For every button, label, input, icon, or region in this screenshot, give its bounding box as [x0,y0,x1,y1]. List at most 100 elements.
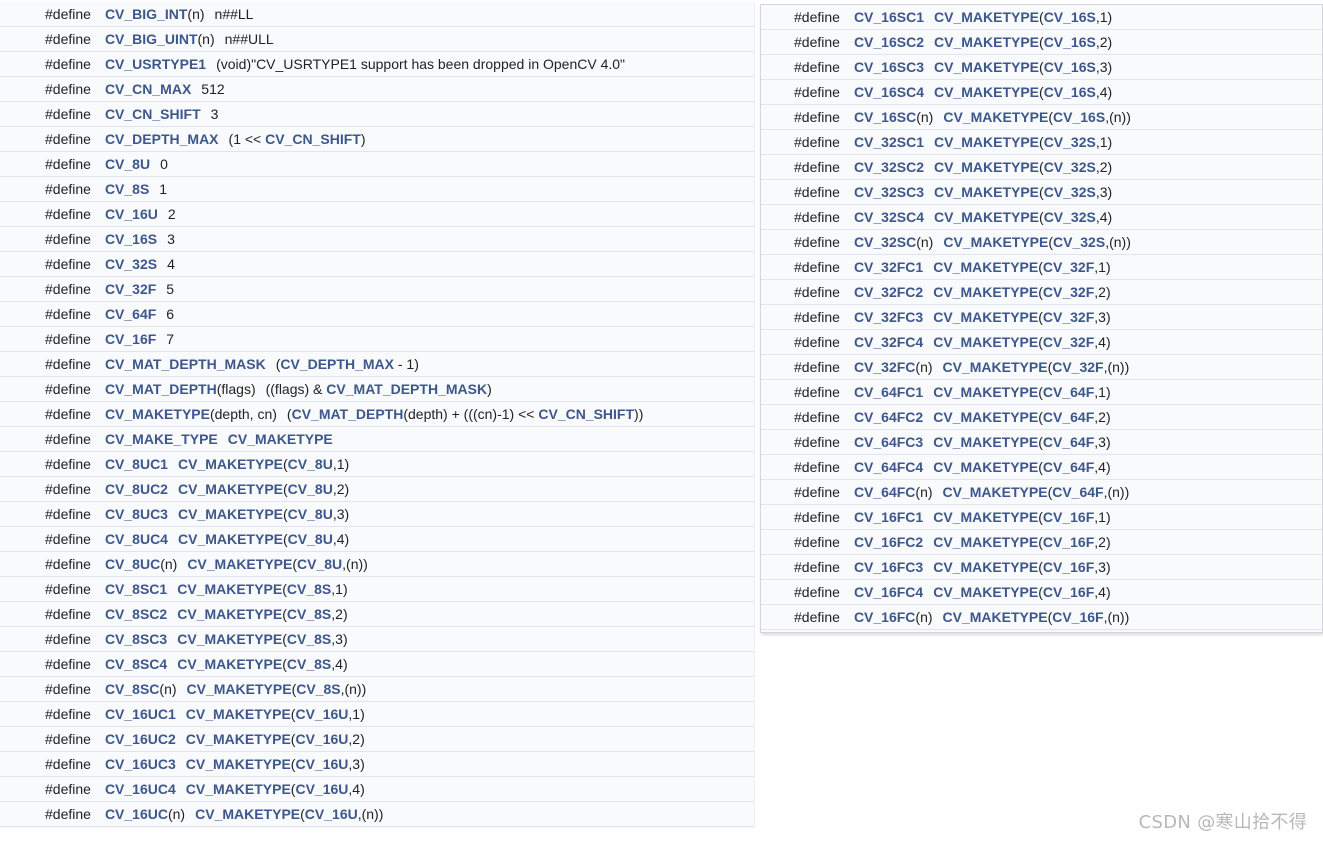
macro-name-link[interactable]: CV_16FC [854,609,915,625]
macro-value-link[interactable]: CV_MAKETYPE [934,9,1039,25]
macro-value-link[interactable]: CV_MAT_DEPTH_MASK [326,381,487,397]
macro-name-link[interactable]: CV_8SC1 [105,581,167,597]
macro-value-link[interactable]: CV_32S [1044,134,1096,150]
macro-name-link[interactable]: CV_BIG_UINT [105,31,198,47]
macro-name-link[interactable]: CV_16F [105,331,156,347]
macro-value-link[interactable]: CV_8S [287,656,331,672]
macro-name-link[interactable]: CV_16U [105,206,158,222]
macro-name-link[interactable]: CV_8SC3 [105,631,167,647]
macro-value-link[interactable]: CV_MAKETYPE [934,209,1039,225]
macro-value-link[interactable]: CV_MAKETYPE [933,384,1038,400]
macro-value-link[interactable]: CV_16S [1044,59,1096,75]
macro-name-link[interactable]: CV_32F [105,281,156,297]
macro-name-link[interactable]: CV_16SC1 [854,9,924,25]
macro-name-link[interactable]: CV_16FC1 [854,509,923,525]
macro-name-link[interactable]: CV_8SC4 [105,656,167,672]
macro-name-link[interactable]: CV_32SC [854,234,916,250]
macro-value-link[interactable]: CV_16S [1053,109,1105,125]
macro-value-link[interactable]: CV_MAKETYPE [933,334,1038,350]
macro-value-link[interactable]: CV_CN_SHIFT [265,131,361,147]
macro-value-link[interactable]: CV_64F [1043,434,1094,450]
macro-value-link[interactable]: CV_16U [305,806,358,822]
macro-value-link[interactable]: CV_MAKETYPE [186,706,291,722]
macro-value-link[interactable]: CV_32F [1043,309,1094,325]
macro-name-link[interactable]: CV_64FC1 [854,384,923,400]
macro-name-link[interactable]: CV_16SC3 [854,59,924,75]
macro-value-link[interactable]: CV_MAKETYPE [177,656,282,672]
macro-name-link[interactable]: CV_USRTYPE1 [105,56,206,72]
macro-value-link[interactable]: CV_MAKETYPE [934,84,1039,100]
macro-name-link[interactable]: CV_32SC3 [854,184,924,200]
macro-name-link[interactable]: CV_MAT_DEPTH [105,381,217,397]
macro-value-link[interactable]: CV_MAKETYPE [933,309,1038,325]
macro-value-link[interactable]: CV_MAKETYPE [178,506,283,522]
macro-value-link[interactable]: CV_MAKETYPE [186,781,291,797]
macro-name-link[interactable]: CV_32SC4 [854,209,924,225]
macro-value-link[interactable]: CV_MAKETYPE [186,731,291,747]
macro-value-link[interactable]: CV_32F [1043,334,1094,350]
macro-name-link[interactable]: CV_16UC2 [105,731,176,747]
macro-name-link[interactable]: CV_BIG_INT [105,6,187,22]
macro-value-link[interactable]: CV_MAKETYPE [933,559,1038,575]
macro-name-link[interactable]: CV_64FC2 [854,409,923,425]
macro-value-link[interactable]: CV_16F [1043,584,1094,600]
macro-name-link[interactable]: CV_32SC1 [854,134,924,150]
macro-name-link[interactable]: CV_8UC3 [105,506,168,522]
macro-value-link[interactable]: CV_MAKETYPE [933,284,1038,300]
macro-value-link[interactable]: CV_16U [295,756,348,772]
macro-name-link[interactable]: CV_32S [105,256,157,272]
macro-value-link[interactable]: CV_32S [1044,209,1096,225]
macro-name-link[interactable]: CV_16FC3 [854,559,923,575]
macro-name-link[interactable]: CV_16FC2 [854,534,923,550]
macro-value-link[interactable]: CV_MAKETYPE [943,109,1048,125]
macro-value-link[interactable]: CV_8S [287,631,331,647]
macro-name-link[interactable]: CV_DEPTH_MAX [105,131,219,147]
macro-value-link[interactable]: CV_MAKETYPE [943,234,1048,250]
macro-value-link[interactable]: CV_16F [1043,509,1094,525]
macro-value-link[interactable]: CV_MAKETYPE [934,159,1039,175]
macro-value-link[interactable]: CV_64F [1052,484,1103,500]
macro-value-link[interactable]: CV_MAT_DEPTH [292,406,404,422]
macro-value-link[interactable]: CV_MAKETYPE [186,756,291,772]
macro-name-link[interactable]: CV_8SC2 [105,606,167,622]
macro-value-link[interactable]: CV_16S [1044,84,1096,100]
macro-name-link[interactable]: CV_CN_SHIFT [105,106,201,122]
macro-name-link[interactable]: CV_32FC4 [854,334,923,350]
macro-value-link[interactable]: CV_MAKETYPE [933,509,1038,525]
macro-value-link[interactable]: CV_32F [1052,359,1103,375]
macro-value-link[interactable]: CV_8S [287,606,331,622]
macro-name-link[interactable]: CV_16S [105,231,157,247]
macro-value-link[interactable]: CV_32S [1044,184,1096,200]
macro-value-link[interactable]: CV_MAKETYPE [228,431,333,447]
macro-name-link[interactable]: CV_MAT_DEPTH_MASK [105,356,266,372]
macro-name-link[interactable]: CV_8SC [105,681,159,697]
macro-value-link[interactable]: CV_MAKETYPE [943,609,1048,625]
macro-value-link[interactable]: CV_8U [288,506,333,522]
macro-value-link[interactable]: CV_MAKETYPE [934,34,1039,50]
macro-value-link[interactable]: CV_64F [1043,459,1094,475]
macro-value-link[interactable]: CV_16U [295,731,348,747]
macro-value-link[interactable]: CV_MAKETYPE [933,434,1038,450]
macro-value-link[interactable]: CV_32F [1043,259,1094,275]
macro-name-link[interactable]: CV_16SC [854,109,916,125]
macro-value-link[interactable]: CV_32F [1043,284,1094,300]
macro-value-link[interactable]: CV_16S [1044,9,1096,25]
macro-name-link[interactable]: CV_64FC [854,484,915,500]
macro-name-link[interactable]: CV_64F [105,306,156,322]
macro-value-link[interactable]: CV_MAKETYPE [177,581,282,597]
macro-value-link[interactable]: CV_MAKETYPE [933,259,1038,275]
macro-value-link[interactable]: CV_MAKETYPE [933,459,1038,475]
macro-value-link[interactable]: CV_16S [1044,34,1096,50]
macro-value-link[interactable]: CV_CN_SHIFT [538,406,634,422]
macro-value-link[interactable]: CV_32S [1044,159,1096,175]
macro-value-link[interactable]: CV_MAKETYPE [178,531,283,547]
macro-name-link[interactable]: CV_8UC [105,556,160,572]
macro-value-link[interactable]: CV_MAKETYPE [934,184,1039,200]
macro-name-link[interactable]: CV_MAKE_TYPE [105,431,218,447]
macro-name-link[interactable]: CV_16SC4 [854,84,924,100]
macro-name-link[interactable]: CV_32SC2 [854,159,924,175]
macro-name-link[interactable]: CV_16UC4 [105,781,176,797]
macro-name-link[interactable]: CV_32FC [854,359,915,375]
macro-name-link[interactable]: CV_32FC3 [854,309,923,325]
macro-value-link[interactable]: CV_MAKETYPE [934,59,1039,75]
